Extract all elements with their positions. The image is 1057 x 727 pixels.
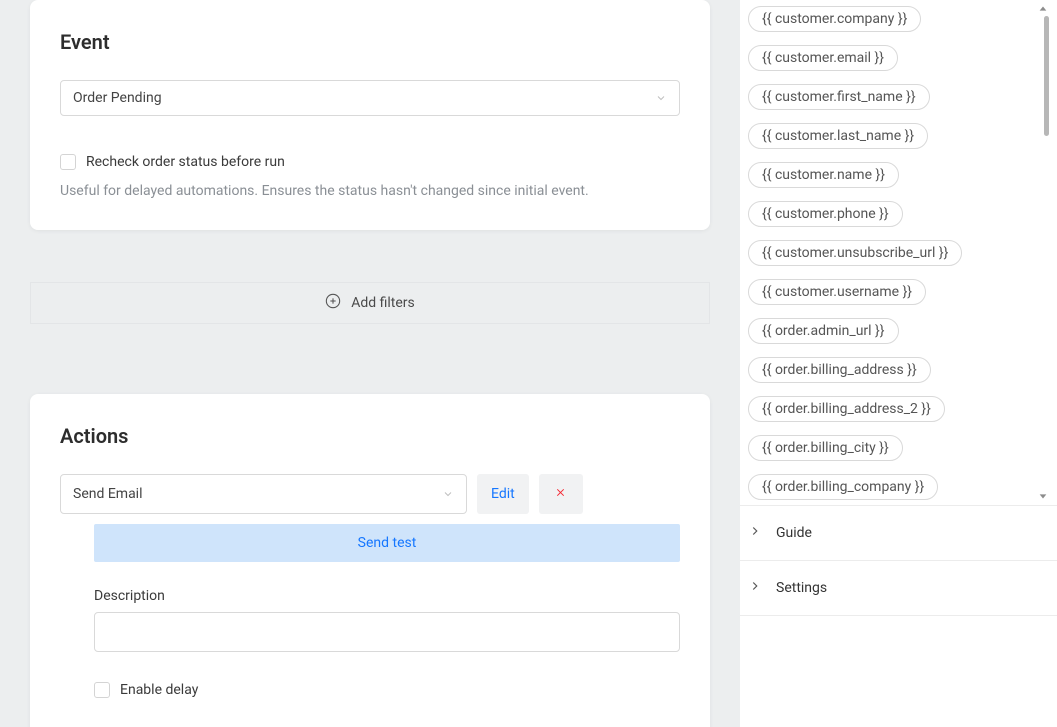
variable-pill[interactable]: {{ order.billing_city }} [748,435,903,461]
variable-pill[interactable]: {{ order.billing_address_2 }} [748,396,945,422]
variable-pill[interactable]: {{ customer.first_name }} [748,84,930,110]
chevron-down-icon [655,92,667,104]
event-select[interactable]: Order Pending [60,80,680,116]
actions-title: Actions [60,424,680,448]
variables-scroll-area: {{ customer.company }} {{ customer.email… [740,0,1057,505]
settings-accordion[interactable]: Settings [740,561,1057,616]
variable-pill[interactable]: {{ order.billing_company }} [748,474,938,500]
variable-pill[interactable]: {{ customer.name }} [748,162,899,188]
event-title: Event [60,30,680,54]
description-label: Description [94,588,680,604]
main-column: Event Order Pending Recheck order status… [0,0,740,727]
event-card: Event Order Pending Recheck order status… [30,0,710,230]
scroll-up-button[interactable] [1034,2,1052,16]
guide-accordion[interactable]: Guide [740,506,1057,561]
remove-action-button[interactable] [539,474,583,514]
variable-pill[interactable]: {{ customer.unsubscribe_url }} [748,240,962,266]
guide-label: Guide [776,525,812,541]
variable-pill[interactable]: {{ order.admin_url }} [748,318,899,344]
action-body: Send test Description Enable delay [94,524,680,698]
recheck-label: Recheck order status before run [86,154,285,170]
variable-pill[interactable]: {{ customer.phone }} [748,201,903,227]
edit-button[interactable]: Edit [477,474,529,514]
recheck-row: Recheck order status before run [60,154,680,170]
settings-label: Settings [776,580,827,596]
variable-pill[interactable]: {{ customer.email }} [748,45,898,71]
scroll-down-button[interactable] [1034,489,1052,503]
variable-pill[interactable]: {{ customer.company }} [748,6,921,32]
recheck-hint: Useful for delayed automations. Ensures … [60,180,680,202]
enable-delay-label: Enable delay [120,682,198,698]
chevron-down-icon [442,488,454,500]
recheck-checkbox[interactable] [60,154,76,170]
action-header-row: Send Email Edit [60,474,680,514]
add-filters-button[interactable]: Add filters [30,282,710,324]
plus-circle-icon [325,293,341,313]
variables-list: {{ customer.company }} {{ customer.email… [748,0,1057,500]
side-panel: {{ customer.company }} {{ customer.email… [740,0,1057,727]
scrollbar-thumb[interactable] [1044,16,1049,136]
variable-pill[interactable]: {{ customer.username }} [748,279,926,305]
variable-pill[interactable]: {{ customer.last_name }} [748,123,928,149]
add-filters-label: Add filters [351,295,415,311]
event-select-value: Order Pending [73,90,162,106]
close-icon [555,486,566,502]
edit-label: Edit [491,486,515,502]
actions-card: Actions Send Email Edit [30,394,710,727]
description-group: Description [94,588,680,652]
send-test-label: Send test [358,535,417,551]
action-type-select[interactable]: Send Email [60,474,467,514]
chevron-right-icon [748,579,762,597]
chevron-right-icon [748,524,762,542]
send-test-button[interactable]: Send test [94,524,680,562]
variable-pill[interactable]: {{ order.billing_address }} [748,357,931,383]
enable-delay-row: Enable delay [94,682,680,698]
enable-delay-checkbox[interactable] [94,682,110,698]
side-accordion: Guide Settings [740,505,1057,616]
action-type-value: Send Email [73,486,143,502]
description-input[interactable] [94,612,680,652]
